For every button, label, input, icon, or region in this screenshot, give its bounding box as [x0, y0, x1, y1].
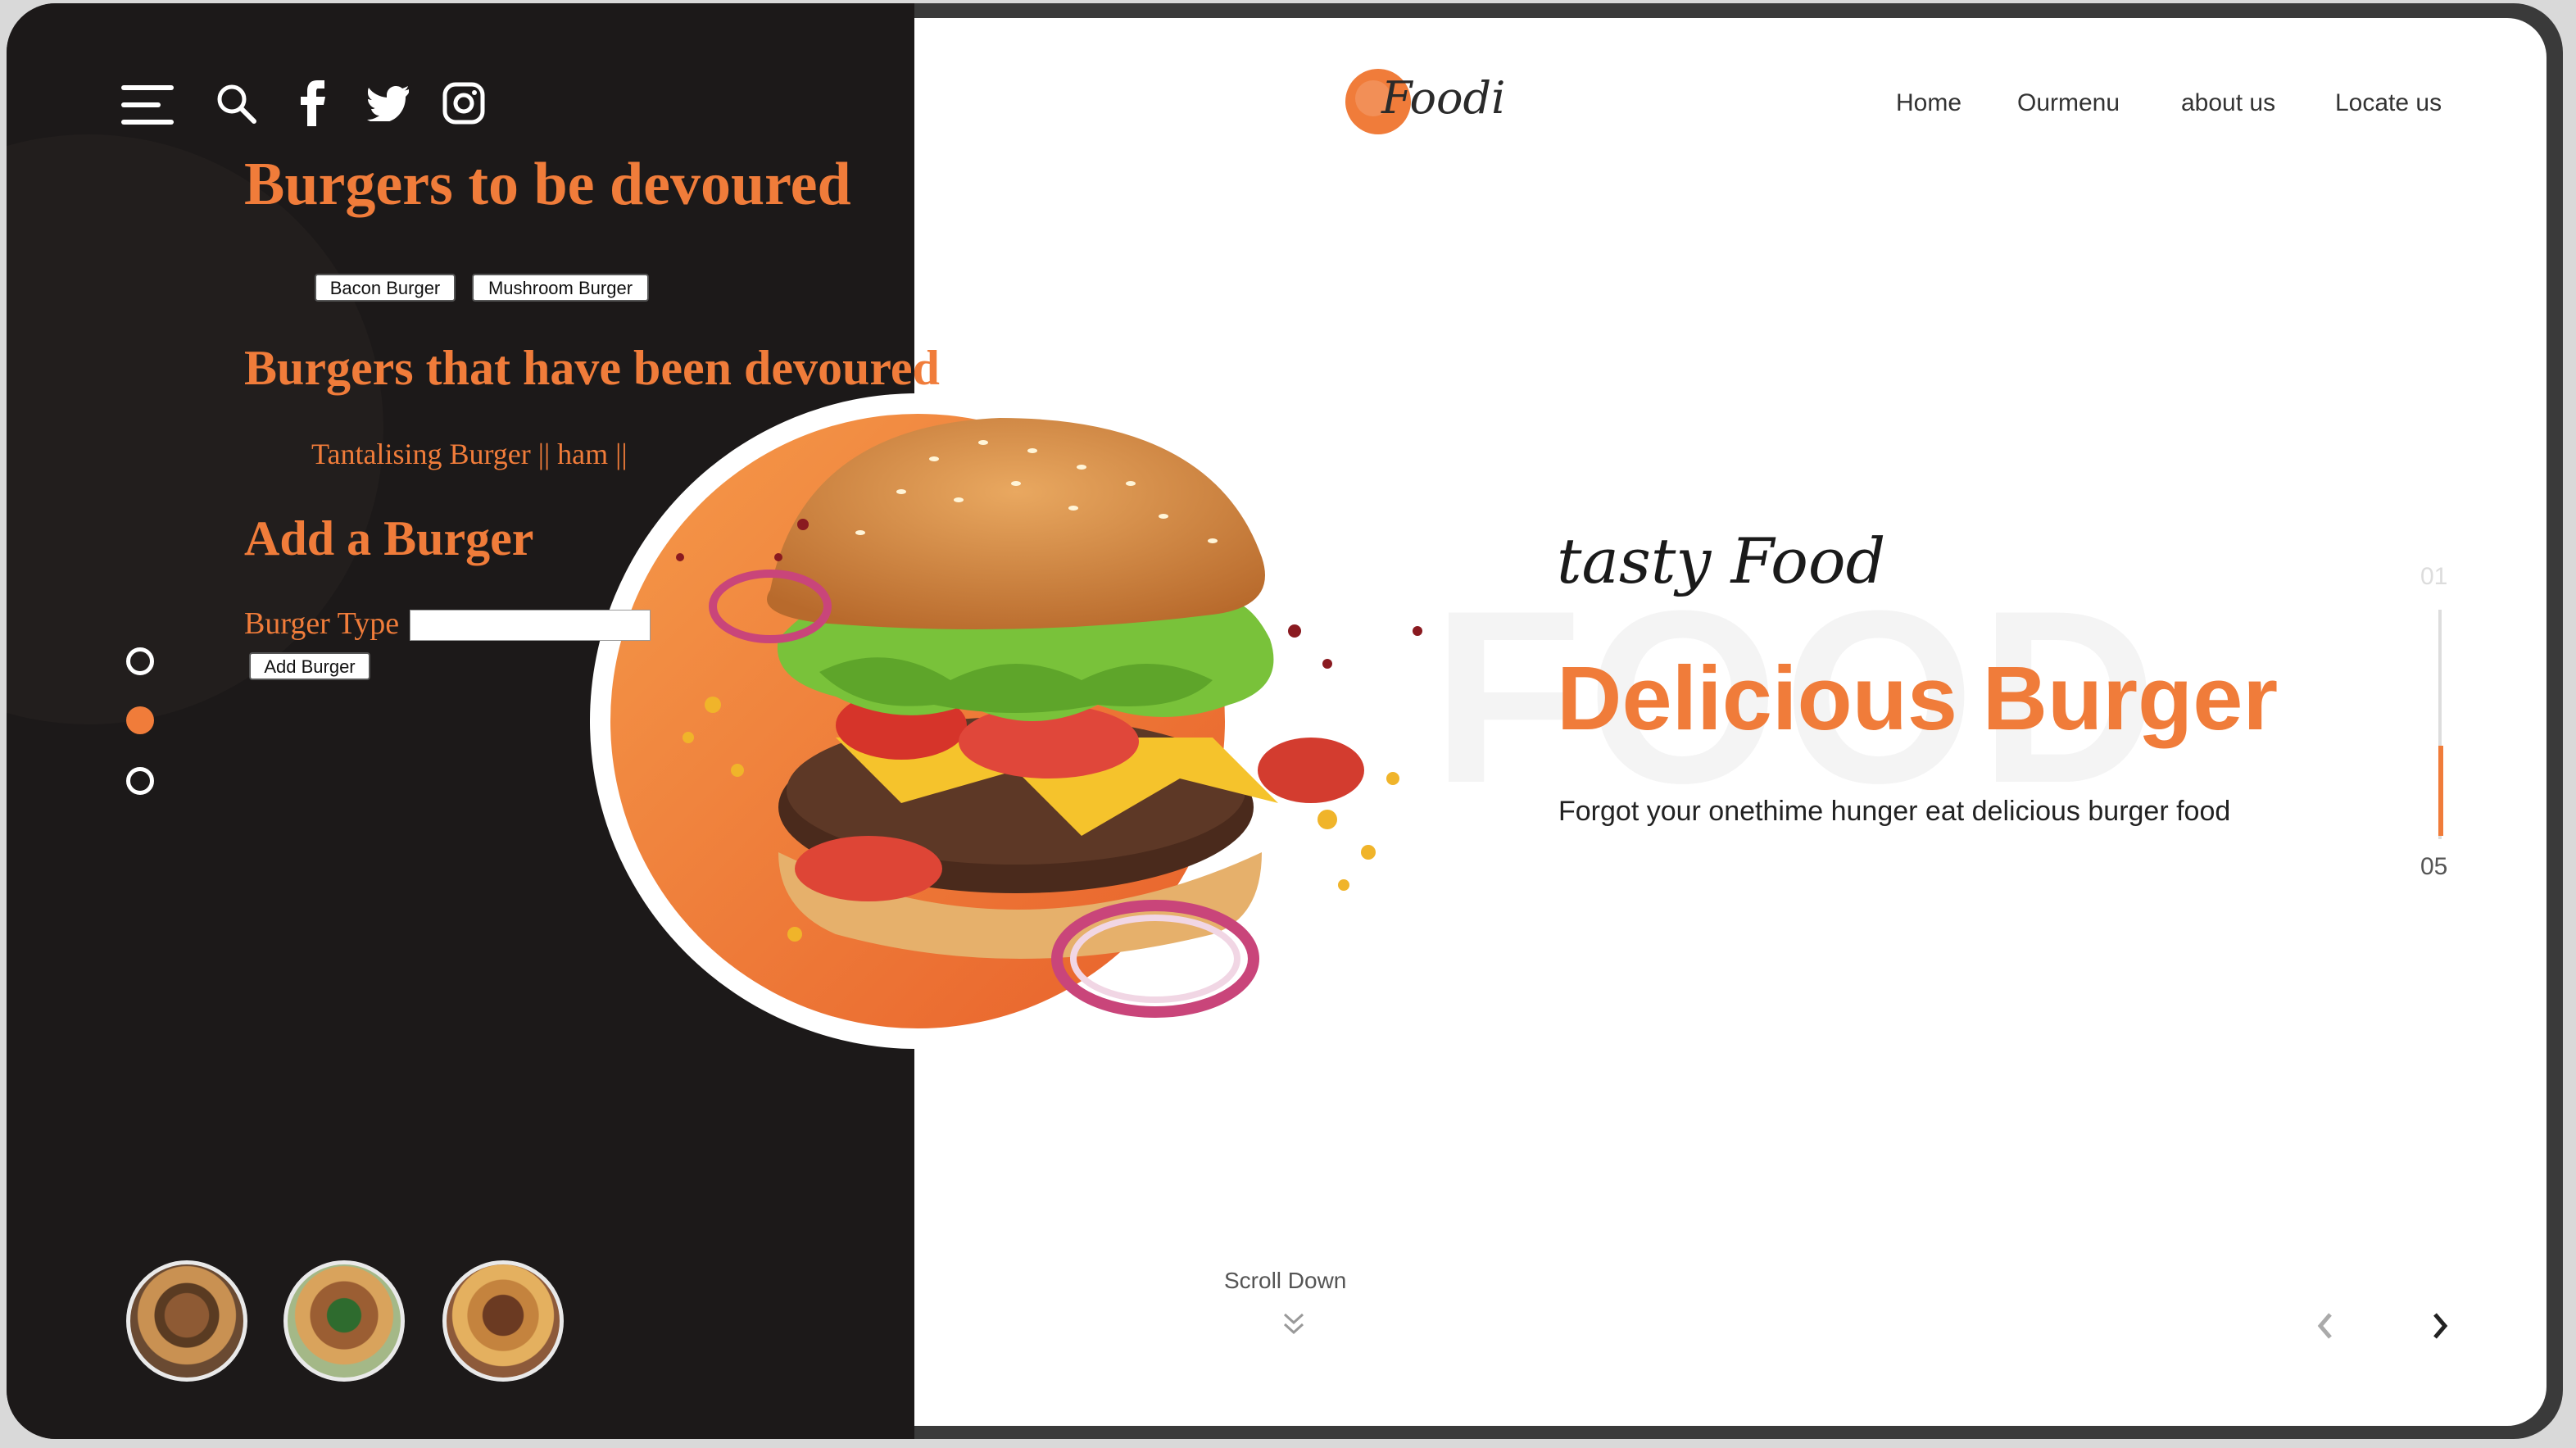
to-devour-heading: Burgers to be devoured [244, 151, 851, 218]
chevron-right-icon[interactable] [2429, 1310, 2451, 1342]
devoured-list: Tantalising Burger || ham || [311, 438, 628, 470]
burger-type-input[interactable] [410, 610, 651, 641]
hero-title: Delicious Burger [1557, 648, 2279, 749]
chevron-double-down-icon[interactable] [1281, 1310, 1306, 1337]
add-burger-heading: Add a Burger [244, 511, 534, 565]
slider-dot-1[interactable] [126, 647, 154, 675]
twitter-icon[interactable] [367, 85, 410, 121]
nav-locate-us[interactable]: Locate us [2335, 89, 2442, 118]
burger-thumbnail-3[interactable] [442, 1260, 564, 1382]
slider-dot-3[interactable] [126, 767, 154, 795]
burger-hero-image [590, 393, 1422, 1049]
nav-home[interactable]: Home [1896, 89, 1961, 118]
scroll-down-label[interactable]: Scroll Down [1224, 1267, 1346, 1295]
brand-logo-text[interactable]: Foodi [1381, 72, 1505, 124]
burger-thumbnail-1[interactable] [126, 1260, 247, 1382]
burger-type-label: Burger Type [244, 606, 400, 641]
burger-item-bacon[interactable]: Bacon Burger [315, 274, 456, 302]
menu-icon[interactable] [121, 85, 174, 125]
slide-counter-current: 01 [2420, 563, 2448, 590]
nav-ourmenu[interactable]: Ourmenu [2017, 89, 2120, 118]
instagram-icon[interactable] [442, 82, 485, 125]
facebook-icon[interactable] [297, 80, 329, 126]
devoured-heading: Burgers that have been devoured [244, 341, 940, 395]
add-burger-button[interactable]: Add Burger [249, 652, 370, 680]
script-title: tasty Food [1557, 524, 1886, 597]
slide-progress-fill [2438, 746, 2443, 836]
burger-item-mushroom[interactable]: Mushroom Burger [472, 274, 649, 302]
slider-dot-2[interactable] [126, 706, 154, 734]
slide-counter-total: 05 [2420, 853, 2448, 880]
hero-subtitle: Forgot your onethime hunger eat deliciou… [1558, 796, 2231, 827]
burger-thumbnail-2[interactable] [283, 1260, 405, 1382]
nav-about-us[interactable]: about us [2181, 89, 2275, 118]
search-icon[interactable] [215, 82, 257, 125]
chevron-left-icon[interactable] [2314, 1310, 2337, 1342]
